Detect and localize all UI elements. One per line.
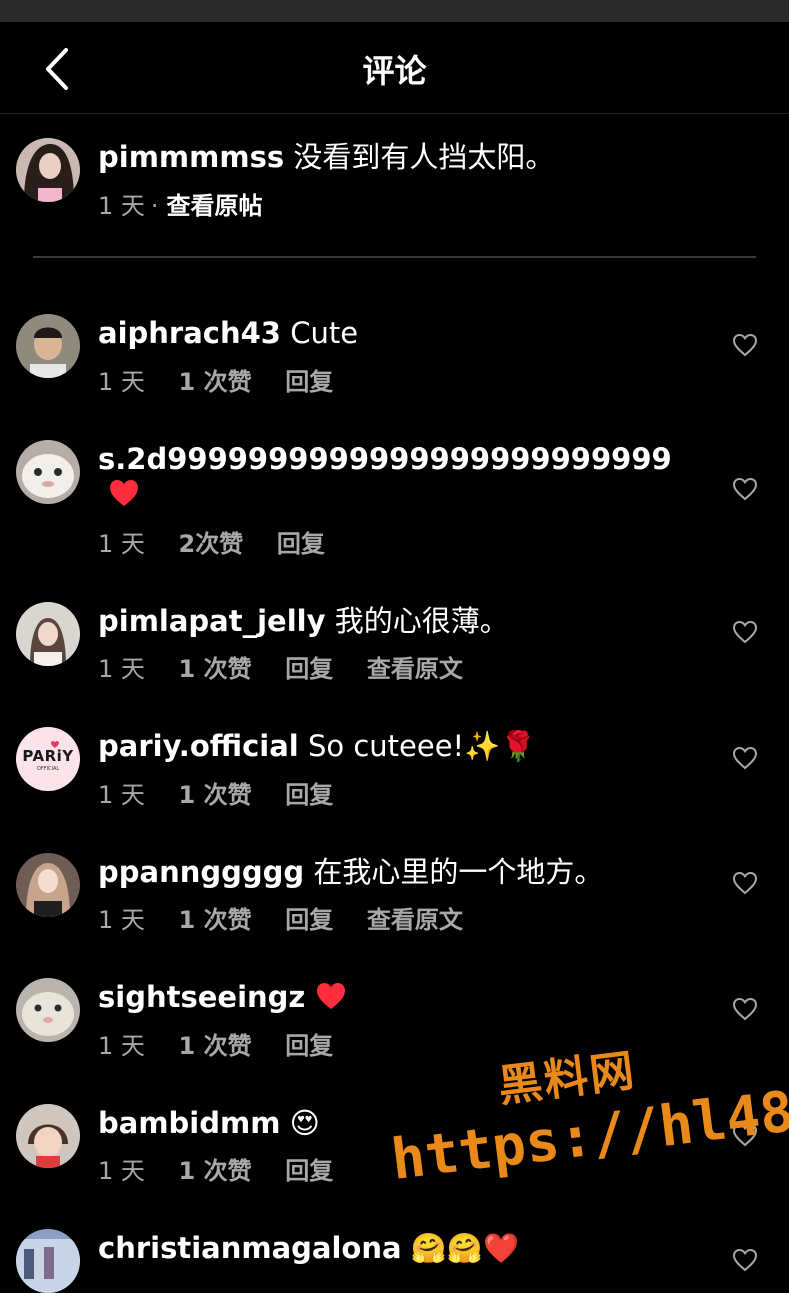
avatar[interactable] <box>16 1104 80 1168</box>
heart-outline-icon <box>732 871 758 895</box>
red-heart-emoji <box>110 480 138 506</box>
comment-text: 我的心很薄。 <box>334 604 509 638</box>
comment-likes[interactable]: 1 次赞 <box>179 368 252 396</box>
comment-likes[interactable]: 1 次赞 <box>179 1032 252 1060</box>
heart-outline-icon <box>732 997 758 1021</box>
like-button[interactable] <box>732 997 758 1021</box>
comment-text-row: christianmagalona 🤗🤗❤️ <box>98 1230 519 1266</box>
comment-text: 😍 <box>289 1106 320 1140</box>
post-meta: 1 天 · 查看原帖 <box>98 192 263 220</box>
like-button[interactable] <box>732 1248 758 1272</box>
like-button[interactable] <box>732 477 758 501</box>
comment-meta: 1 天 1 次赞 回复 查看原文 <box>98 649 489 684</box>
watermark: 黑料网 https://hl48.co <box>380 1003 789 1193</box>
comment-text: 在我心里的一个地方。 <box>313 855 604 889</box>
comment-time: 1 天 <box>98 368 145 396</box>
reply-button[interactable]: 回复 <box>285 781 333 809</box>
comment-text-row: pimlapat_jelly 我的心很薄。 <box>98 603 509 639</box>
small-heart-icon <box>51 741 59 748</box>
reply-button[interactable]: 回复 <box>277 530 325 558</box>
comment-username[interactable]: pariy.official <box>98 729 299 763</box>
comment-text-row: aiphrach43 Cute <box>98 315 358 351</box>
status-bar <box>0 0 789 22</box>
avatar[interactable] <box>16 853 80 917</box>
comment-time: 1 天 <box>98 1032 145 1060</box>
post-caption-text: 没看到有人挡太阳。 <box>293 140 555 174</box>
comment-time: 1 天 <box>98 655 145 683</box>
avatar[interactable] <box>16 440 80 504</box>
comment-meta: 1 天 1 次赞 回复 <box>98 1026 359 1061</box>
heart-outline-icon <box>732 746 758 770</box>
comment-likes[interactable]: 2次赞 <box>179 530 244 558</box>
comment-username[interactable]: bambidmm <box>98 1106 280 1140</box>
comment-text-row: sightseeingz <box>98 979 347 1015</box>
red-heart-emoji <box>316 983 345 1009</box>
comment-meta: 1 天 1 次赞 回复 <box>98 775 359 810</box>
see-translation-link[interactable]: 查看原文 <box>367 906 463 934</box>
avatar[interactable]: PARiY OFFICIAL <box>16 727 80 791</box>
comment-likes[interactable]: 1 次赞 <box>179 655 252 683</box>
avatar[interactable] <box>16 978 80 1042</box>
avatar[interactable] <box>16 1229 80 1293</box>
like-button[interactable] <box>732 620 758 644</box>
post-caption: pimmmmss 没看到有人挡太阳。 <box>98 139 554 175</box>
comment-username[interactable]: pimlapat_jelly <box>98 604 326 638</box>
comment-text: 🤗🤗❤️ <box>410 1231 520 1265</box>
reply-button[interactable]: 回复 <box>285 368 333 396</box>
brand-logo-subtext: OFFICIAL <box>36 766 60 772</box>
heart-outline-icon <box>732 1248 758 1272</box>
page-title: 评论 <box>362 52 427 90</box>
brand-logo-text: PARiY <box>22 747 74 765</box>
comment-time: 1 天 <box>98 530 145 558</box>
avatar[interactable] <box>16 602 80 666</box>
like-button[interactable] <box>732 871 758 895</box>
comment-text: Cute <box>290 316 359 350</box>
top-bar: 评论 <box>0 22 789 114</box>
comment-meta: 1 天 1 次赞 回复 <box>98 362 359 397</box>
comment-meta: 1 天 1 次赞 回复 <box>98 1151 359 1186</box>
heart-outline-icon <box>732 333 758 357</box>
comment-meta: 1 天 1 次赞 回复 查看原文 <box>98 900 489 935</box>
comment-username[interactable]: aiphrach43 <box>98 316 281 350</box>
like-button[interactable] <box>732 746 758 770</box>
heart-outline-icon <box>732 620 758 644</box>
comment-text-row: bambidmm 😍 <box>98 1105 320 1141</box>
avatar[interactable] <box>16 314 80 378</box>
divider <box>33 256 756 258</box>
comment-likes[interactable]: 1 次赞 <box>179 781 252 809</box>
post-username[interactable]: pimmmmss <box>98 140 284 174</box>
comment-likes[interactable]: 1 次赞 <box>179 906 252 934</box>
post-time: 1 天 <box>98 192 145 220</box>
comment-text-row: pariy.official So cuteee!✨🌹 <box>98 728 536 764</box>
comment-time: 1 天 <box>98 1157 145 1185</box>
reply-button[interactable]: 回复 <box>285 1157 333 1185</box>
comment-username[interactable]: sightseeingz <box>98 980 305 1014</box>
heart-outline-icon <box>732 477 758 501</box>
comment-text-row: s.2d9999999999999999999999999 <box>98 441 672 477</box>
comment-text-row: ppannggggg 在我心里的一个地方。 <box>98 854 603 890</box>
comment-username[interactable]: christianmagalona <box>98 1231 402 1265</box>
comment-username[interactable]: s.2d9999999999999999999999999 <box>98 442 672 476</box>
comment-likes[interactable]: 1 次赞 <box>179 1157 252 1185</box>
reply-button[interactable]: 回复 <box>285 655 333 683</box>
reply-button[interactable]: 回复 <box>285 906 333 934</box>
comment-time: 1 天 <box>98 781 145 809</box>
comment-username[interactable]: ppannggggg <box>98 855 304 889</box>
comment-meta: 1 天 2次赞 回复 <box>98 524 351 559</box>
post-author-avatar[interactable] <box>16 138 80 202</box>
reply-button[interactable]: 回复 <box>285 1032 333 1060</box>
see-translation-link[interactable]: 查看原文 <box>367 655 463 683</box>
comment-text <box>108 476 140 512</box>
comment-text: So cuteee!✨🌹 <box>307 729 537 763</box>
view-original-post-link[interactable]: 查看原帖 <box>167 192 263 220</box>
comment-time: 1 天 <box>98 906 145 934</box>
like-button[interactable] <box>732 333 758 357</box>
